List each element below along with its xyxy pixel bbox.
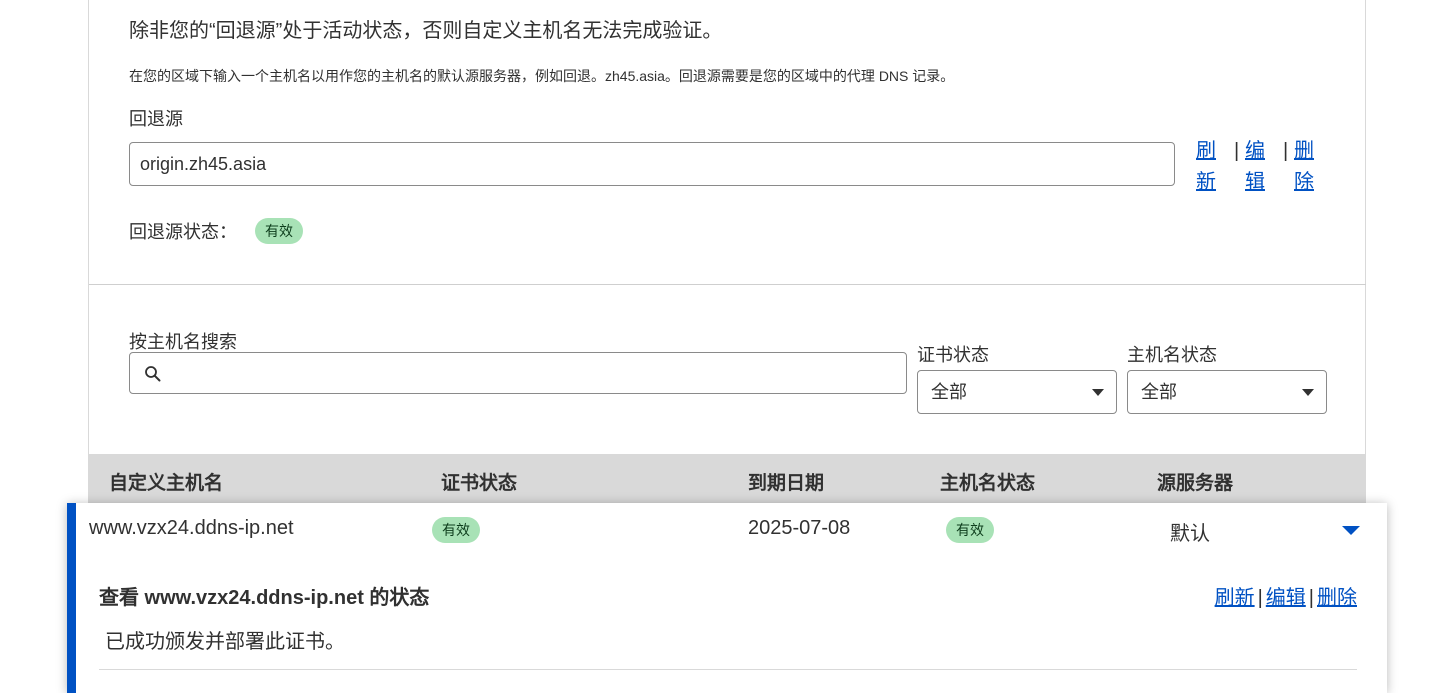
row-edit-link[interactable]: 编辑 (1266, 587, 1306, 609)
detail-actions: 刷新 | 编辑 | 删除 (1215, 581, 1357, 610)
chevron-down-icon[interactable] (1341, 525, 1361, 537)
fallback-status-label: 回退源状态： (129, 222, 237, 242)
row-hostname-status-badge: 有效 (946, 517, 994, 543)
separator: | (1234, 140, 1240, 162)
column-header-origin: 源服务器 (1157, 473, 1234, 494)
hostname-status-label: 主机名状态 (1127, 345, 1217, 365)
search-label: 按主机名搜索 (129, 332, 237, 352)
row-expiry-date: 2025-07-08 (748, 517, 851, 539)
column-header-expiry: 到期日期 (748, 473, 825, 494)
detail-message: 已成功颁发并部署此证书。 (105, 631, 345, 653)
section-divider (89, 284, 1366, 285)
column-header-cert-status: 证书状态 (441, 473, 518, 494)
fallback-description: 在您的区域下输入一个主机名以用作您的主机名的默认源服务器，例如回退。zh45.a… (129, 68, 955, 84)
detail-divider (99, 669, 1357, 670)
hostname-status-select[interactable]: 全部 (1127, 370, 1327, 414)
fallback-origin-input[interactable] (129, 142, 1175, 186)
fallback-edit-link[interactable]: 编辑 (1243, 136, 1267, 198)
fallback-refresh-link[interactable]: 刷新 (1194, 136, 1218, 198)
row-refresh-link[interactable]: 刷新 (1215, 587, 1255, 609)
caret-down-icon (1302, 389, 1314, 396)
separator: | (1308, 587, 1314, 609)
hostname-search-field[interactable] (129, 352, 907, 394)
cert-status-label: 证书状态 (917, 345, 989, 365)
separator: | (1283, 140, 1289, 162)
hostname-status-value: 全部 (1141, 382, 1177, 402)
caret-down-icon (1092, 389, 1104, 396)
fallback-origin-label: 回退源 (129, 109, 183, 129)
row-delete-link[interactable]: 删除 (1317, 587, 1357, 609)
separator: | (1257, 587, 1263, 609)
hostname-search-input[interactable] (174, 355, 898, 393)
table-row[interactable]: www.vzx24.ddns-ip.net 有效 2025-07-08 有效 默… (67, 503, 1387, 693)
fallback-delete-link[interactable]: 删除 (1292, 136, 1316, 198)
cert-status-value: 全部 (931, 382, 967, 402)
row-hostname: www.vzx24.ddns-ip.net (89, 517, 294, 539)
fallback-status-badge: 有效 (255, 218, 303, 244)
column-header-hostname-status: 主机名状态 (940, 473, 1036, 494)
column-header-hostname: 自定义主机名 (109, 473, 224, 494)
row-selected-accent (67, 503, 76, 693)
detail-title: 查看 www.vzx24.ddns-ip.net 的状态 (99, 587, 430, 609)
search-icon (145, 366, 161, 382)
cert-status-select[interactable]: 全部 (917, 370, 1117, 414)
row-cert-status-badge: 有效 (432, 517, 480, 543)
row-origin: 默认 (1170, 523, 1210, 545)
table-header: 自定义主机名 证书状态 到期日期 主机名状态 源服务器 (89, 454, 1366, 506)
fallback-warning-heading: 除非您的“回退源”处于活动状态，否则自定义主机名无法完成验证。 (129, 20, 723, 42)
